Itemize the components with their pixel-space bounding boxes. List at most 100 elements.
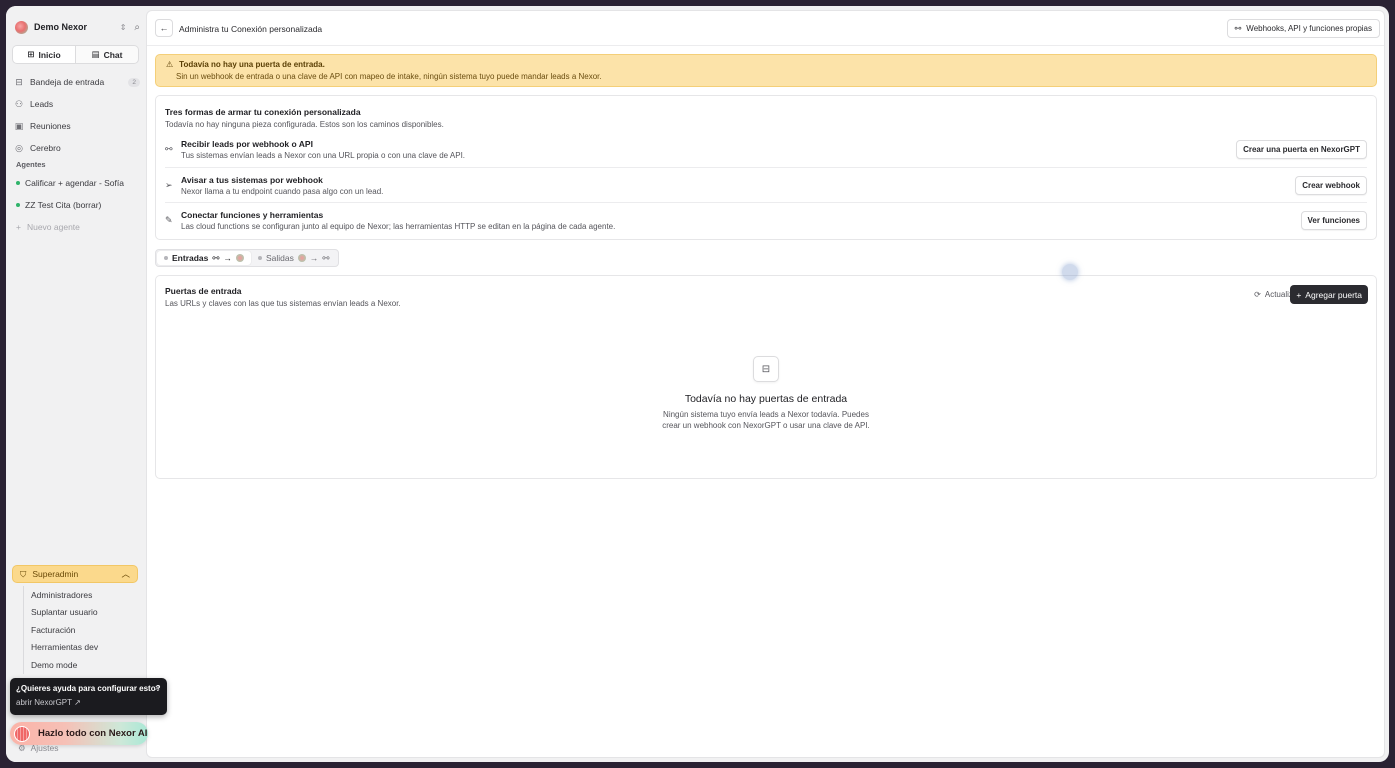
- tab-salidas[interactable]: Salidas → ⚯: [251, 251, 337, 265]
- nexor-ai-label: Hazlo todo con Nexor AI: [38, 728, 148, 739]
- agent-status-dot: [16, 203, 20, 207]
- add-gate-button[interactable]: + Agregar puerta: [1290, 285, 1368, 304]
- add-gate-label: Agregar puerta: [1305, 289, 1362, 300]
- agent-status-dot: [16, 181, 20, 185]
- alert-subtitle: Sin un webhook de entrada o una clave de…: [176, 72, 602, 81]
- open-nexorgpt-link[interactable]: abrir NexorGPT ↗: [16, 698, 161, 707]
- warning-icon: ⚠: [166, 60, 174, 69]
- calendar-icon: ▣: [14, 120, 24, 131]
- arrow-left-icon: ←: [159, 23, 169, 33]
- no-entry-alert: ⚠ Todavía no hay una puerta de entrada. …: [155, 54, 1377, 87]
- segment-inicio-label: Inicio: [38, 49, 61, 60]
- app-window: Demo Nexor ⇕ ⌕ ⊞ Inicio ▤ Chat ⊟ Bandeja…: [6, 6, 1389, 762]
- superadmin-item-suplantar[interactable]: Suplantar usuario: [24, 604, 133, 622]
- inbox-icon: ⊟: [15, 76, 23, 87]
- superadmin-item-demo[interactable]: Demo mode: [24, 656, 133, 674]
- superadmin-item-administradores[interactable]: Administradores: [24, 586, 133, 604]
- entry-gates-card: Puertas de entrada Las URLs y claves con…: [155, 275, 1377, 479]
- message-icon: ▤: [91, 49, 100, 59]
- back-button[interactable]: ←: [155, 19, 173, 37]
- webhook-icon: ⚯: [322, 252, 330, 263]
- tab-dot: [164, 256, 168, 260]
- mouse-cursor: [1062, 264, 1078, 280]
- way-row-functions: ✎ Conectar funciones y herramientas Las …: [165, 202, 1367, 237]
- direction-tabs: Entradas ⚯ → Salidas → ⚯: [155, 249, 339, 267]
- segment-chat[interactable]: ▤ Chat: [75, 46, 138, 63]
- gates-title: Puertas de entrada: [165, 286, 242, 296]
- sidebar-item-label: Reuniones: [30, 121, 71, 131]
- top-bar: ← Administra tu Conexión personalizada ⚯…: [147, 11, 1384, 46]
- wrench-icon: ✎: [165, 214, 173, 225]
- ways-title: Tres formas de armar tu conexión persona…: [165, 107, 361, 117]
- new-agent-label: Nuevo agente: [26, 222, 80, 232]
- agent-label: Calificar + agendar - Sofía: [25, 178, 124, 188]
- sidebar-item-label: Cerebro: [30, 143, 61, 153]
- view-functions-button[interactable]: Ver funciones: [1300, 210, 1367, 230]
- search-icon[interactable]: ⌕: [134, 22, 140, 33]
- way-subtitle: Tus sistemas envían leads a Nexor con un…: [181, 151, 466, 160]
- arrow-right-icon: →: [309, 253, 319, 263]
- agent-label: ZZ Test Cita (borrar): [25, 200, 102, 210]
- inbox-count-badge: 2: [128, 77, 140, 87]
- way-subtitle: Nexor llama a tu endpoint cuando pasa al…: [181, 186, 384, 196]
- plus-icon: +: [1296, 289, 1302, 300]
- superadmin-menu: Administradores Suplantar usuario Factur…: [23, 586, 133, 674]
- webhooks-api-label: Webhooks, API y funciones propias: [1246, 24, 1372, 33]
- segment-chat-label: Chat: [103, 49, 123, 60]
- help-question: ¿Quieres ayuda para configurar esto?: [16, 684, 161, 693]
- sidebar-item-bandeja[interactable]: ⊟ Bandeja de entrada 2: [14, 73, 140, 91]
- grid-icon: ⊞: [27, 49, 35, 59]
- workspace-switcher[interactable]: Demo Nexor ⇕ ⌕: [12, 18, 140, 36]
- way-title: Avisar a tus sistemas por webhook: [181, 174, 323, 185]
- create-webhook-button[interactable]: Crear webhook: [1295, 175, 1367, 195]
- gates-subtitle: Las URLs y claves con las que tus sistem…: [165, 299, 401, 308]
- empty-state-subtitle: Ningún sistema tuyo envía leads a Nexor …: [662, 410, 870, 430]
- agent-item-sofia[interactable]: Calificar + agendar - Sofía: [16, 175, 124, 191]
- sidebar-item-reuniones[interactable]: ▣ Reuniones: [14, 117, 140, 135]
- tab-salidas-label: Salidas: [266, 253, 294, 263]
- inbox-icon: ⊟: [753, 356, 779, 382]
- tab-entradas[interactable]: Entradas ⚯ →: [157, 251, 251, 265]
- close-icon[interactable]: ×: [155, 683, 160, 693]
- help-popover: ¿Quieres ayuda para configurar esto? abr…: [10, 678, 167, 715]
- superadmin-toggle[interactable]: ⛉ Superadmin ︿: [12, 565, 138, 583]
- agent-item-zz-test[interactable]: ZZ Test Cita (borrar): [16, 197, 101, 213]
- shield-icon: ⛉: [20, 568, 27, 579]
- superadmin-item-facturacion[interactable]: Facturación: [24, 621, 133, 639]
- sidebar-item-cerebro[interactable]: ◎ Cerebro: [14, 139, 140, 157]
- agents-section-label: Agentes: [16, 160, 46, 169]
- connection-ways-card: Tres formas de armar tu conexión persona…: [155, 95, 1377, 240]
- way-row-notify: ➢ Avisar a tus sistemas por webhook Nexo…: [165, 167, 1367, 202]
- webhook-icon: ⚯: [212, 252, 220, 263]
- ways-subtitle: Todavía no hay ninguna pieza configurada…: [165, 120, 444, 129]
- home-chat-toggle: ⊞ Inicio ▤ Chat: [12, 45, 139, 64]
- superadmin-item-herramientas[interactable]: Herramientas dev: [24, 639, 133, 657]
- brain-icon: ◎: [15, 142, 23, 153]
- empty-state-title: Todavía no hay puertas de entrada: [684, 393, 848, 405]
- webhook-icon: ⚯: [165, 144, 173, 154]
- chevron-updown-icon: ⇕: [119, 22, 127, 32]
- ai-orb-icon: [14, 725, 30, 742]
- plus-icon: +: [16, 222, 21, 232]
- sidebar: Demo Nexor ⇕ ⌕ ⊞ Inicio ▤ Chat ⊟ Bandeja…: [6, 6, 146, 762]
- chevron-up-icon: ︿: [121, 569, 130, 579]
- new-agent-button[interactable]: + Nuevo agente: [16, 219, 80, 235]
- main-panel: ← Administra tu Conexión personalizada ⚯…: [146, 10, 1385, 758]
- way-title: Conectar funciones y herramientas: [181, 209, 324, 220]
- superadmin-label: Superadmin: [32, 569, 79, 579]
- sidebar-item-label: Leads: [30, 99, 54, 109]
- way-subtitle: Las cloud functions se configuran junto …: [181, 221, 616, 231]
- tab-entradas-label: Entradas: [172, 253, 209, 263]
- way-row-receive: ⚯ Recibir leads por webhook o API Tus si…: [165, 132, 1367, 167]
- nexor-logo-icon: [15, 20, 28, 34]
- webhooks-api-button[interactable]: ⚯ Webhooks, API y funciones propias: [1226, 19, 1380, 38]
- page-title: Administra tu Conexión personalizada: [179, 24, 323, 34]
- segment-inicio[interactable]: ⊞ Inicio: [13, 46, 75, 63]
- nexor-ai-button[interactable]: Hazlo todo con Nexor AI: [10, 722, 148, 745]
- nexor-logo-icon: [297, 254, 306, 262]
- sidebar-item-leads[interactable]: ⚇ Leads: [14, 95, 140, 113]
- webhook-icon: ⚯: [1234, 24, 1242, 33]
- create-gate-nexorgpt-button[interactable]: Crear una puerta en NexorGPT: [1236, 140, 1367, 159]
- send-icon: ➢: [165, 179, 173, 190]
- users-icon: ⚇: [14, 98, 24, 109]
